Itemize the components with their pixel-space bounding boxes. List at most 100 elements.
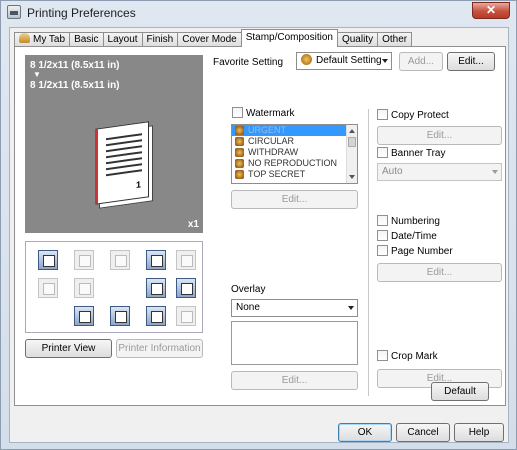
tab-layout[interactable]: Layout (102, 32, 143, 47)
dialog-client-area: My Tab Basic Layout Finish Cover Mode St… (9, 27, 509, 443)
output-paper-size: 8 1/2x11 (8.5x11 in) (30, 80, 120, 91)
watermark-item-label: WITHDRAW (248, 147, 299, 157)
watermark-item[interactable]: NO REPRODUCTION (232, 158, 357, 169)
printer-view-button[interactable]: Printer View (25, 339, 112, 358)
close-button[interactable]: ✕ (472, 2, 510, 19)
watermark-checkbox[interactable]: Watermark (232, 107, 295, 120)
front-page: 1 (95, 121, 149, 205)
overlay-value: None (236, 302, 260, 313)
banner-tray-select[interactable]: Auto (377, 163, 502, 181)
fold-icon[interactable] (176, 278, 196, 298)
watermark-edit-button[interactable]: Edit... (231, 190, 358, 209)
tab-finish[interactable]: Finish (141, 32, 179, 47)
printer-icon (7, 5, 21, 19)
date-time-label: Date/Time (391, 231, 437, 242)
checkbox-box (377, 245, 388, 256)
scroll-up-icon[interactable] (349, 129, 355, 133)
stamp-item-icon (235, 159, 244, 168)
scroll-down-icon[interactable] (349, 175, 355, 179)
add-favorite-button[interactable]: Add... (399, 52, 443, 71)
chevron-down-icon (348, 306, 354, 310)
cancel-button[interactable]: Cancel (396, 423, 450, 442)
favorite-setting-value: Default Setting (316, 55, 382, 66)
checkbox-box (232, 107, 243, 118)
function-icon-grid (25, 241, 203, 333)
watermark-item[interactable]: TOP SECRET (232, 169, 357, 180)
tab-other[interactable]: Other (377, 32, 413, 47)
edit-favorite-button[interactable]: Edit... (447, 52, 495, 71)
print-preview: 8 1/2x11 (8.5x11 in) ▼ 8 1/2x11 (8.5x11 … (25, 55, 203, 233)
watermark-scrollbar[interactable] (346, 125, 357, 183)
title-bar: Printing Preferences ✕ (1, 1, 516, 25)
watermark-item[interactable]: URGENT (232, 125, 357, 136)
watermark-label: Watermark (246, 108, 295, 119)
watermark-item-label: NO REPRODUCTION (248, 158, 338, 168)
watermark-item[interactable]: CIRCULAR (232, 136, 357, 147)
watermark-item[interactable]: WITHDRAW (232, 147, 357, 158)
user-auth-icon[interactable] (74, 306, 94, 326)
stamp-composition-panel: 8 1/2x11 (8.5x11 in) ▼ 8 1/2x11 (8.5x11 … (14, 46, 506, 406)
watermark-item-label: TOP SECRET (248, 169, 306, 179)
output-tray-icon[interactable] (146, 278, 166, 298)
date-time-checkbox[interactable]: Date/Time (377, 230, 437, 243)
overlay-preview-box (231, 321, 358, 365)
tab-stamp-composition[interactable]: Stamp/Composition (240, 29, 338, 47)
account-track-icon[interactable] (110, 306, 130, 326)
crop-mark-label: Crop Mark (391, 351, 438, 362)
tab-quality[interactable]: Quality (336, 32, 379, 47)
page-preview-image: 1 (95, 121, 155, 209)
favorite-setting-label: Favorite Setting (213, 57, 284, 68)
chevron-down-icon (492, 170, 498, 174)
copies-count: x1 (187, 219, 199, 230)
numbering-edit-button[interactable]: Edit... (377, 263, 502, 282)
help-button[interactable]: Help (454, 423, 504, 442)
tab-my-tab[interactable]: My Tab (14, 32, 71, 47)
booklet-icon[interactable] (74, 278, 94, 298)
collate-icon[interactable] (146, 250, 166, 270)
staple-icon[interactable] (74, 250, 94, 270)
printing-preferences-window: Printing Preferences ✕ My Tab Basic Layo… (0, 0, 517, 450)
overlay-icon[interactable] (176, 306, 196, 326)
overlay-edit-button[interactable]: Edit... (231, 371, 358, 390)
checkbox-box (377, 350, 388, 361)
copy-protect-edit-button[interactable]: Edit... (377, 126, 502, 145)
watermark-item-label: URGENT (248, 125, 286, 135)
ok-button[interactable]: OK (338, 423, 392, 442)
overlay-select[interactable]: None (231, 299, 358, 317)
favorite-icon (301, 54, 312, 65)
checkbox-box (377, 147, 388, 158)
tab-basic[interactable]: Basic (69, 32, 104, 47)
separator (225, 99, 501, 100)
watermark-list[interactable]: URGENT CIRCULAR WITHDRAW NO REPRODUCTION… (231, 124, 358, 184)
watermark-item-label: CIRCULAR (248, 136, 295, 146)
favorite-setting-select[interactable]: Default Setting (296, 52, 392, 70)
tab-label: My Tab (33, 34, 66, 45)
banner-tray-label: Banner Tray (391, 148, 446, 159)
stamp-item-icon (235, 137, 244, 146)
chevron-down-icon (382, 59, 388, 63)
duplex-icon[interactable] (110, 250, 130, 270)
paper-feed-icon[interactable] (38, 250, 58, 270)
page-number-checkbox[interactable]: Page Number (377, 245, 453, 258)
banner-tray-checkbox[interactable]: Banner Tray (377, 147, 445, 160)
banner-tray-value: Auto (382, 166, 403, 177)
stamp-item-icon (235, 170, 244, 179)
original-paper-size: 8 1/2x11 (8.5x11 in) (30, 60, 120, 71)
copy-protect-checkbox[interactable]: Copy Protect (377, 109, 449, 122)
checkbox-box (377, 215, 388, 226)
crop-mark-checkbox[interactable]: Crop Mark (377, 350, 438, 363)
tab-cover-mode[interactable]: Cover Mode (177, 32, 242, 47)
punch-icon[interactable] (176, 250, 196, 270)
window-title: Printing Preferences (27, 6, 136, 20)
scroll-thumb[interactable] (348, 137, 356, 147)
default-button[interactable]: Default (431, 382, 489, 401)
printer-information-button[interactable]: Printer Information (116, 339, 203, 358)
tab-strip: My Tab Basic Layout Finish Cover Mode St… (14, 29, 413, 47)
numbering-checkbox[interactable]: Numbering (377, 215, 440, 228)
checkbox-box (377, 230, 388, 241)
stamp-item-icon (235, 126, 244, 135)
checkbox-box (377, 109, 388, 120)
overlay-label: Overlay (231, 284, 266, 295)
combine-icon[interactable] (38, 278, 58, 298)
stamp-icon[interactable] (146, 306, 166, 326)
